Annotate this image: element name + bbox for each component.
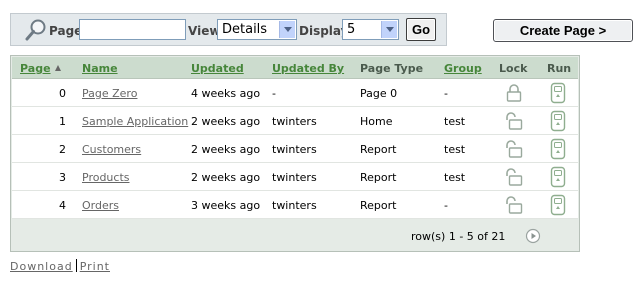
run-page-icon[interactable] xyxy=(550,194,566,216)
page-label: Page xyxy=(49,24,83,38)
page-number: 4 xyxy=(59,199,66,212)
page-type-cell: Home xyxy=(360,115,393,128)
column-header-name[interactable]: Name xyxy=(82,62,118,75)
lock-open-icon[interactable] xyxy=(505,195,523,215)
column-header-updated-by[interactable]: Updated By xyxy=(272,62,344,75)
run-page-icon[interactable] xyxy=(550,138,566,160)
column-header-run: Run xyxy=(547,62,572,75)
group-cell: test xyxy=(444,143,466,156)
updated-cell: 3 weeks ago xyxy=(191,199,261,212)
run-page-icon[interactable] xyxy=(550,110,566,132)
group-cell: test xyxy=(444,115,466,128)
table-row: 2 Customers 2 weeks ago twinters Report … xyxy=(12,135,578,163)
view-select[interactable]: Details xyxy=(217,19,297,40)
updated-cell: 2 weeks ago xyxy=(191,171,261,184)
search-toolbar: Page View Details Display 5 Go xyxy=(10,13,447,46)
lock-closed-icon[interactable] xyxy=(505,83,523,103)
pagination-text: row(s) 1 - 5 of 21 xyxy=(411,230,506,243)
updated-by-cell: twinters xyxy=(272,199,317,212)
page-search-input[interactable] xyxy=(79,19,186,40)
view-label: View xyxy=(188,24,221,38)
column-header-page-type: Page Type xyxy=(360,62,424,75)
table-row: 0 Page Zero 4 weeks ago - Page 0 - xyxy=(12,79,578,107)
column-header-page[interactable]: Page xyxy=(20,62,61,75)
page-type-cell: Report xyxy=(360,199,397,212)
link-separator xyxy=(75,259,77,272)
updated-cell: 4 weeks ago xyxy=(191,87,261,100)
page-name-link[interactable]: Products xyxy=(82,171,130,184)
page-name-link[interactable]: Orders xyxy=(82,199,119,212)
page-type-cell: Report xyxy=(360,171,397,184)
column-header-group[interactable]: Group xyxy=(444,62,482,75)
page-type-cell: Report xyxy=(360,143,397,156)
page-type-cell: Page 0 xyxy=(360,87,398,100)
lock-open-icon[interactable] xyxy=(505,139,523,159)
dropdown-arrow-icon[interactable] xyxy=(381,21,397,38)
page-number: 3 xyxy=(59,171,66,184)
next-page-icon[interactable] xyxy=(525,228,541,244)
lock-open-icon[interactable] xyxy=(505,111,523,131)
page-number: 2 xyxy=(59,143,66,156)
pages-report: Page Name Updated Updated By Page Type G… xyxy=(10,55,580,252)
page-name-link[interactable]: Customers xyxy=(82,143,141,156)
table-row: 1 Sample Application 2 weeks ago twinter… xyxy=(12,107,578,135)
view-select-value: Details xyxy=(222,22,268,37)
column-header-updated[interactable]: Updated xyxy=(191,62,244,75)
column-header-lock: Lock xyxy=(499,62,528,75)
group-cell: test xyxy=(444,171,466,184)
updated-by-cell: twinters xyxy=(272,143,317,156)
updated-by-cell: - xyxy=(272,87,276,100)
table-row: 4 Orders 3 weeks ago twinters Report - xyxy=(12,191,578,219)
pagination-bar: row(s) 1 - 5 of 21 xyxy=(11,223,579,251)
group-cell: - xyxy=(444,199,448,212)
updated-cell: 2 weeks ago xyxy=(191,143,261,156)
updated-cell: 2 weeks ago xyxy=(191,115,261,128)
display-select-value: 5 xyxy=(347,22,356,37)
footer-links: Download Print xyxy=(10,259,110,273)
page-number: 1 xyxy=(59,115,66,128)
sort-ascending-icon xyxy=(54,65,61,71)
display-select[interactable]: 5 xyxy=(342,19,399,40)
go-button[interactable]: Go xyxy=(406,18,436,41)
group-cell: - xyxy=(444,87,448,100)
run-page-icon[interactable] xyxy=(550,166,566,188)
magnifier-icon xyxy=(25,19,46,41)
run-page-icon[interactable] xyxy=(550,82,566,104)
report-header-row: Page Name Updated Updated By Page Type G… xyxy=(12,57,578,79)
dropdown-arrow-icon[interactable] xyxy=(279,21,295,38)
page-name-link[interactable]: Sample Application xyxy=(82,115,188,128)
updated-by-cell: twinters xyxy=(272,115,317,128)
page-name-link[interactable]: Page Zero xyxy=(82,87,137,100)
print-link[interactable]: Print xyxy=(80,260,110,273)
table-row: 3 Products 2 weeks ago twinters Report t… xyxy=(12,163,578,191)
download-link[interactable]: Download xyxy=(10,260,73,273)
updated-by-cell: twinters xyxy=(272,171,317,184)
create-page-button[interactable]: Create Page > xyxy=(493,19,633,42)
page-number: 0 xyxy=(59,87,66,100)
lock-open-icon[interactable] xyxy=(505,167,523,187)
